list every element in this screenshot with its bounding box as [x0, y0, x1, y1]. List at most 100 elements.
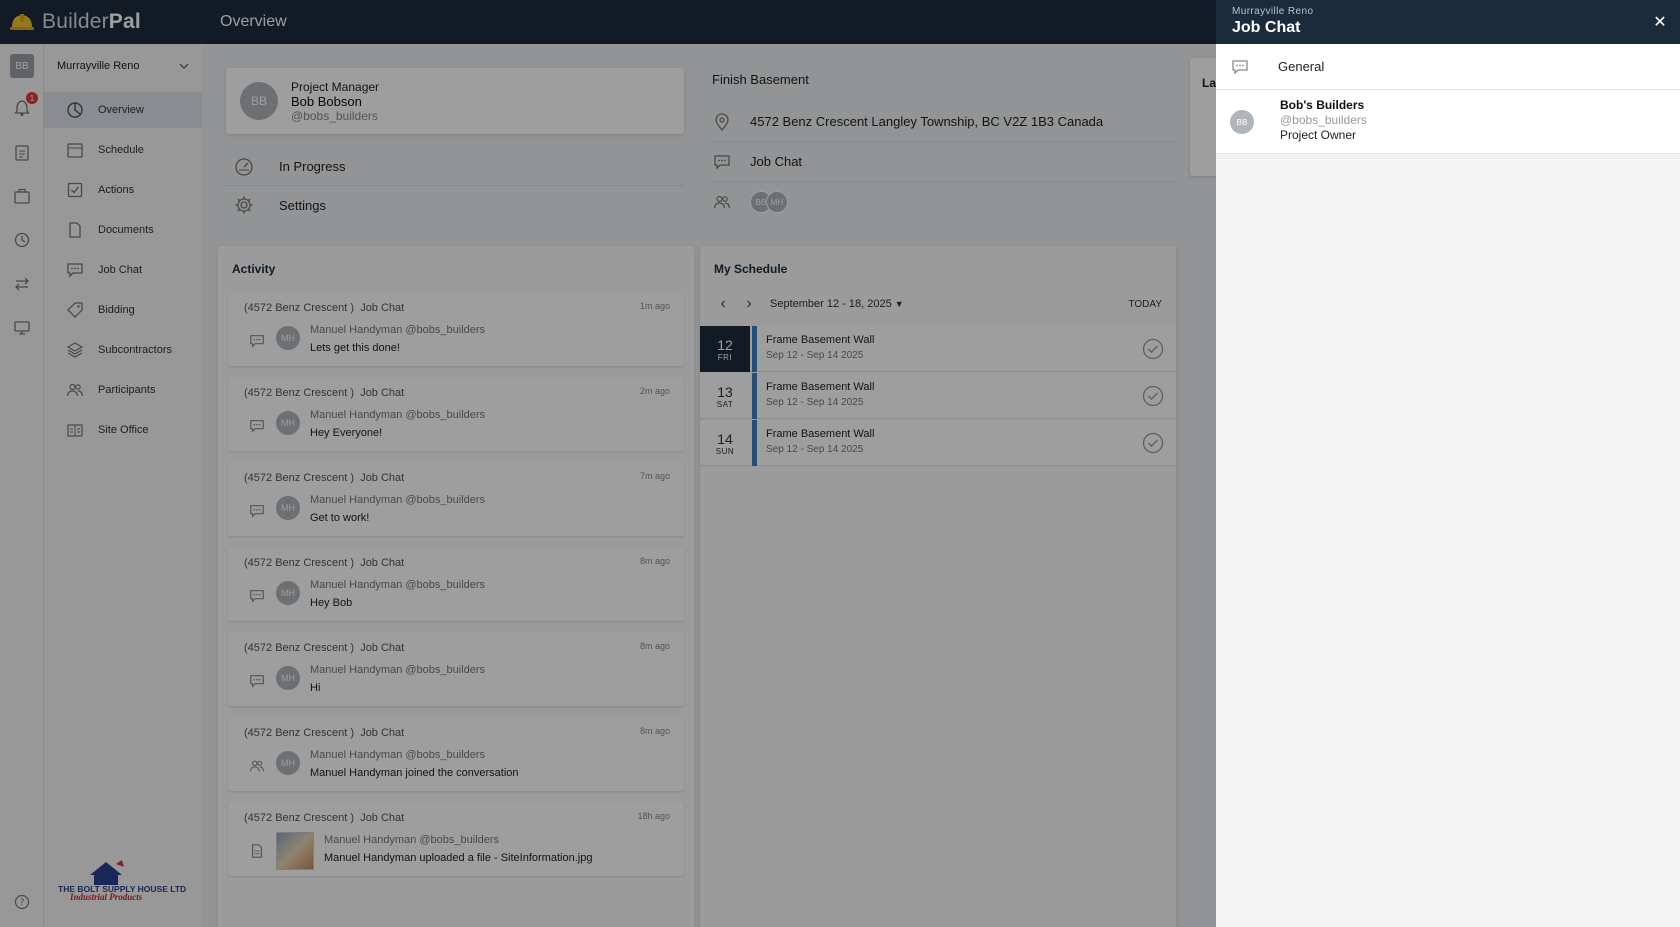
event-dates: Sep 12 - Sep 14 2025 [766, 350, 864, 361]
close-icon[interactable]: ✕ [1650, 12, 1670, 32]
sidebar-item-site-office[interactable]: Site Office [44, 412, 202, 448]
rail-transfer[interactable] [10, 272, 34, 296]
sidebar-item-label: Subcontractors [98, 344, 172, 356]
event-title: Frame Basement Wall [766, 334, 875, 346]
rail-clipboard[interactable] [10, 140, 34, 164]
clipboard-icon [15, 145, 29, 161]
chat-icon [248, 417, 266, 435]
avatar: MH [276, 411, 300, 435]
chat-icon [248, 672, 266, 690]
activity-item[interactable]: (4572 Benz Crescent ) Job Chat 8m ago MH… [228, 717, 684, 791]
sidebar-item-documents[interactable]: Documents [44, 212, 202, 248]
activity-project: (4572 Benz Crescent ) [244, 387, 355, 399]
chat-icon [248, 332, 266, 350]
status-row[interactable]: In Progress [226, 148, 684, 186]
brand-name: BuilderPal [42, 10, 141, 33]
activity-user: Manuel Handyman @bobs_builders [310, 494, 486, 506]
check-circle-icon[interactable] [1142, 385, 1164, 407]
project-manager-card[interactable]: BB Project Manager Bob Bobson @bobs_buil… [226, 68, 684, 134]
activity-channel: Job Chat [360, 727, 405, 739]
notifications-button[interactable]: 1 [10, 92, 38, 120]
sidebar-item-actions[interactable]: Actions [44, 172, 202, 208]
job-participants-row[interactable]: BB MH [710, 182, 1174, 222]
chat-icon [66, 261, 84, 279]
sidebar-item-bidding[interactable]: Bidding [44, 292, 202, 328]
chevron-right-icon[interactable]: › [740, 295, 758, 313]
document-icon [248, 842, 266, 860]
activity-message: Hey Everyone! [310, 427, 383, 439]
rail-history[interactable] [10, 228, 34, 252]
activity-time: 8m ago [639, 556, 670, 566]
project-selector[interactable]: Murrayville Reno [44, 44, 202, 88]
tag-icon [66, 301, 84, 319]
schedule-row[interactable]: 13 SAT Frame Basement Wall Sep 12 - Sep 1… [700, 373, 1176, 419]
activity-item[interactable]: (4572 Benz Crescent ) Job Chat 7m ago MH… [228, 462, 684, 536]
gear-icon [232, 195, 256, 215]
channel-label: General [1278, 59, 1325, 74]
day-cell: 13 SAT [716, 383, 734, 409]
people-icon [248, 757, 266, 775]
rail-avatar[interactable]: BB [10, 54, 34, 78]
history-icon [14, 232, 30, 248]
event-color-bar [752, 420, 757, 466]
activity-item[interactable]: (4572 Benz Crescent ) Job Chat 2m ago MH… [228, 377, 684, 451]
people-icon [66, 381, 84, 399]
activity-channel: Job Chat [360, 387, 405, 399]
chat-icon [1228, 58, 1252, 76]
sidebar-item-label: Participants [98, 384, 156, 396]
avatar: BB [1230, 110, 1254, 134]
sidebar-item-participants[interactable]: Participants [44, 372, 202, 408]
sidebar-item-label: Actions [98, 184, 135, 196]
help-button[interactable]: ? [10, 890, 34, 914]
channel-member[interactable]: BB Bob's Builders @bobs_builders Project… [1216, 90, 1680, 154]
schedule-title: My Schedule [714, 262, 788, 276]
rail-briefcase[interactable] [10, 184, 34, 208]
sidebar-item-overview[interactable]: Overview [44, 92, 202, 128]
activity-user: Manuel Handyman @bobs_builders [310, 664, 486, 676]
today-button[interactable]: TODAY [1128, 299, 1162, 310]
notification-badge: 1 [26, 92, 38, 104]
channel-general[interactable]: General [1216, 44, 1680, 90]
participant-avatar[interactable]: MH [766, 191, 788, 213]
week-range-selector[interactable]: September 12 - 18, 2025 ▼ [770, 298, 904, 310]
settings-row[interactable]: Settings [226, 186, 684, 224]
activity-message: Lets get this done! [310, 342, 400, 354]
schedule-row[interactable]: 12 FRI Frame Basement Wall Sep 12 - Sep 1… [700, 326, 1176, 372]
check-circle-icon[interactable] [1142, 338, 1164, 360]
chevron-left-icon[interactable]: ‹ [714, 295, 732, 313]
job-chat-label: Job Chat [750, 154, 803, 169]
member-name: Bob's Builders [1280, 98, 1365, 112]
sidebar-item-label: Bidding [98, 304, 135, 316]
icon-rail: BB 1 ? [0, 44, 44, 927]
rail-monitor[interactable] [10, 316, 34, 340]
sidebar-item-label: Site Office [98, 424, 149, 436]
sponsor-logo[interactable]: THE BOLT SUPPLY HOUSE LTD. Industrial Pr… [56, 858, 189, 905]
checkbox-icon [66, 181, 84, 199]
job-chat-row[interactable]: Job Chat [710, 142, 1174, 182]
activity-item[interactable]: (4572 Benz Crescent ) Job Chat 1m ago MH… [228, 292, 684, 366]
monitor-icon [14, 321, 30, 335]
sidebar-item-job-chat[interactable]: Job Chat [44, 252, 202, 288]
activity-item[interactable]: (4572 Benz Crescent ) Job Chat 8m ago MH… [228, 547, 684, 621]
manager-handle: @bobs_builders [291, 108, 378, 123]
activity-channel: Job Chat [360, 302, 405, 314]
activity-item[interactable]: (4572 Benz Crescent ) Job Chat 18h ago M… [228, 802, 684, 876]
check-circle-icon[interactable] [1142, 432, 1164, 454]
activity-item[interactable]: (4572 Benz Crescent ) Job Chat 8m ago MH… [228, 632, 684, 706]
job-address-row[interactable]: 4572 Benz Crescent Langley Township, BC … [710, 102, 1174, 142]
svg-text:?: ? [20, 898, 25, 908]
swap-arrows-icon [15, 277, 29, 291]
briefcase-icon [14, 188, 30, 204]
activity-user: Manuel Handyman @bobs_builders [310, 324, 486, 336]
file-thumbnail[interactable] [276, 832, 314, 870]
activity-project: (4572 Benz Crescent ) [244, 557, 355, 569]
chat-icon [248, 502, 266, 520]
caret-down-icon: ▼ [894, 299, 904, 309]
brand[interactable]: BuilderPal [0, 8, 200, 36]
event-title: Frame Basement Wall [766, 428, 875, 440]
activity-project: (4572 Benz Crescent ) [244, 812, 355, 824]
sidebar-item-schedule[interactable]: Schedule [44, 132, 202, 168]
schedule-row[interactable]: 14 SUN Frame Basement Wall Sep 12 - Sep 1… [700, 420, 1176, 466]
event-color-bar [752, 326, 757, 372]
sidebar-item-subcontractors[interactable]: Subcontractors [44, 332, 202, 368]
